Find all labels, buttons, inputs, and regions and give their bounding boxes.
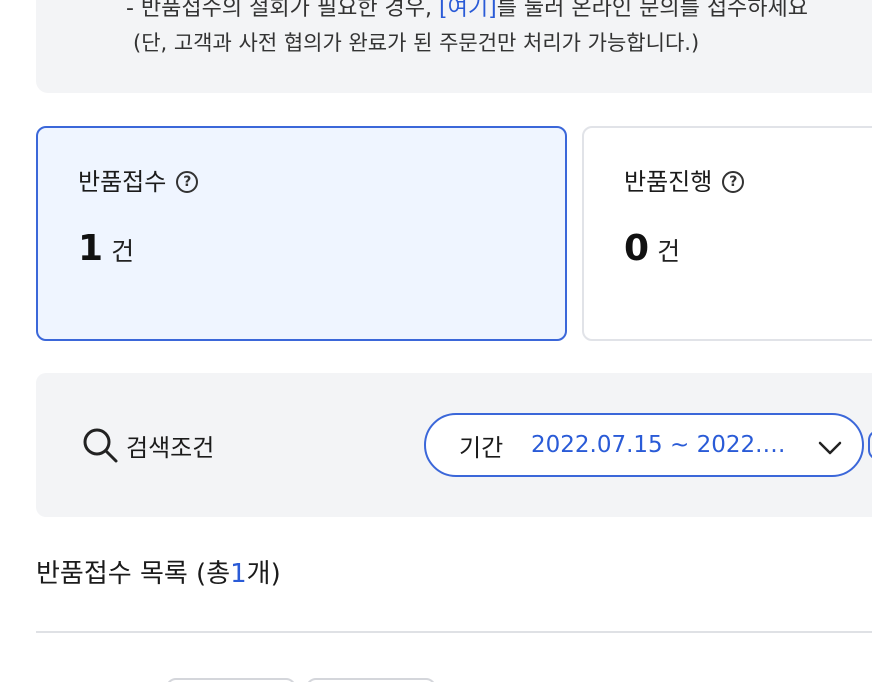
count-number: 0 [624,228,650,269]
period-value: 2022.07.15 ~ 2022.08.14 [531,432,791,458]
period-label: 기간 [459,433,504,462]
divider [36,631,872,633]
search-conditions-toggle[interactable]: 검색조건 [80,425,214,465]
help-icon[interactable]: ? [176,170,199,193]
period-select[interactable]: 기간 2022.07.15 ~ 2022.08.14 [424,413,864,477]
card-title: 반품접수 ? [78,162,199,197]
search-icon [83,428,118,463]
list-title: 반품접수 목록 (총1개) [36,559,281,589]
notice-text-condition: (단, 고객과 사전 협의가 완료가 된 주문건만 처리가 가능합니다.) [133,31,700,55]
stat-card-return-received[interactable]: 반품접수 ? 1 건 [36,126,567,341]
card-title: 반품진행 ? [624,162,745,197]
card-count: 1 건 [78,228,134,269]
count-number: 1 [78,228,104,269]
return-management-page: - 반품접수의 철회가 필요한 경우, [여기]를 눌러 온라인 문의를 접수하… [0,0,872,682]
filter-button[interactable] [166,678,296,682]
help-icon[interactable]: ? [722,170,745,193]
count-unit: 건 [111,237,135,266]
notice-text-withdraw: - 반품접수의 철회가 필요한 경우, [여기]를 눌러 온라인 문의를 접수하… [126,0,808,22]
inquiry-link[interactable]: [여기] [439,0,497,21]
stat-card-return-in-progress[interactable]: 반품진행 ? 0 건 [582,126,872,341]
filter-button[interactable] [306,678,436,682]
count-unit: 건 [657,237,681,266]
chevron-down-icon [818,441,842,455]
list-count: 1 [230,559,247,589]
search-label: 검색조건 [126,433,215,462]
card-count: 0 건 [624,228,680,269]
